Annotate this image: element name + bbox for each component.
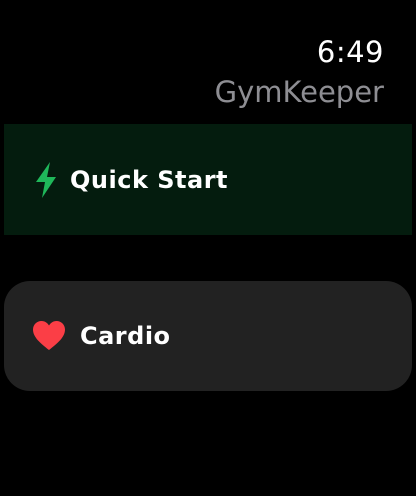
bolt-icon	[34, 161, 58, 198]
cardio-button[interactable]: Cardio	[4, 281, 412, 391]
cardio-label: Cardio	[80, 322, 171, 350]
quick-start-button[interactable]: Quick Start	[4, 124, 412, 235]
heart-icon	[33, 321, 65, 351]
quick-start-label: Quick Start	[70, 165, 229, 194]
app-title: GymKeeper	[214, 75, 384, 109]
status-time: 6:49	[316, 35, 384, 69]
